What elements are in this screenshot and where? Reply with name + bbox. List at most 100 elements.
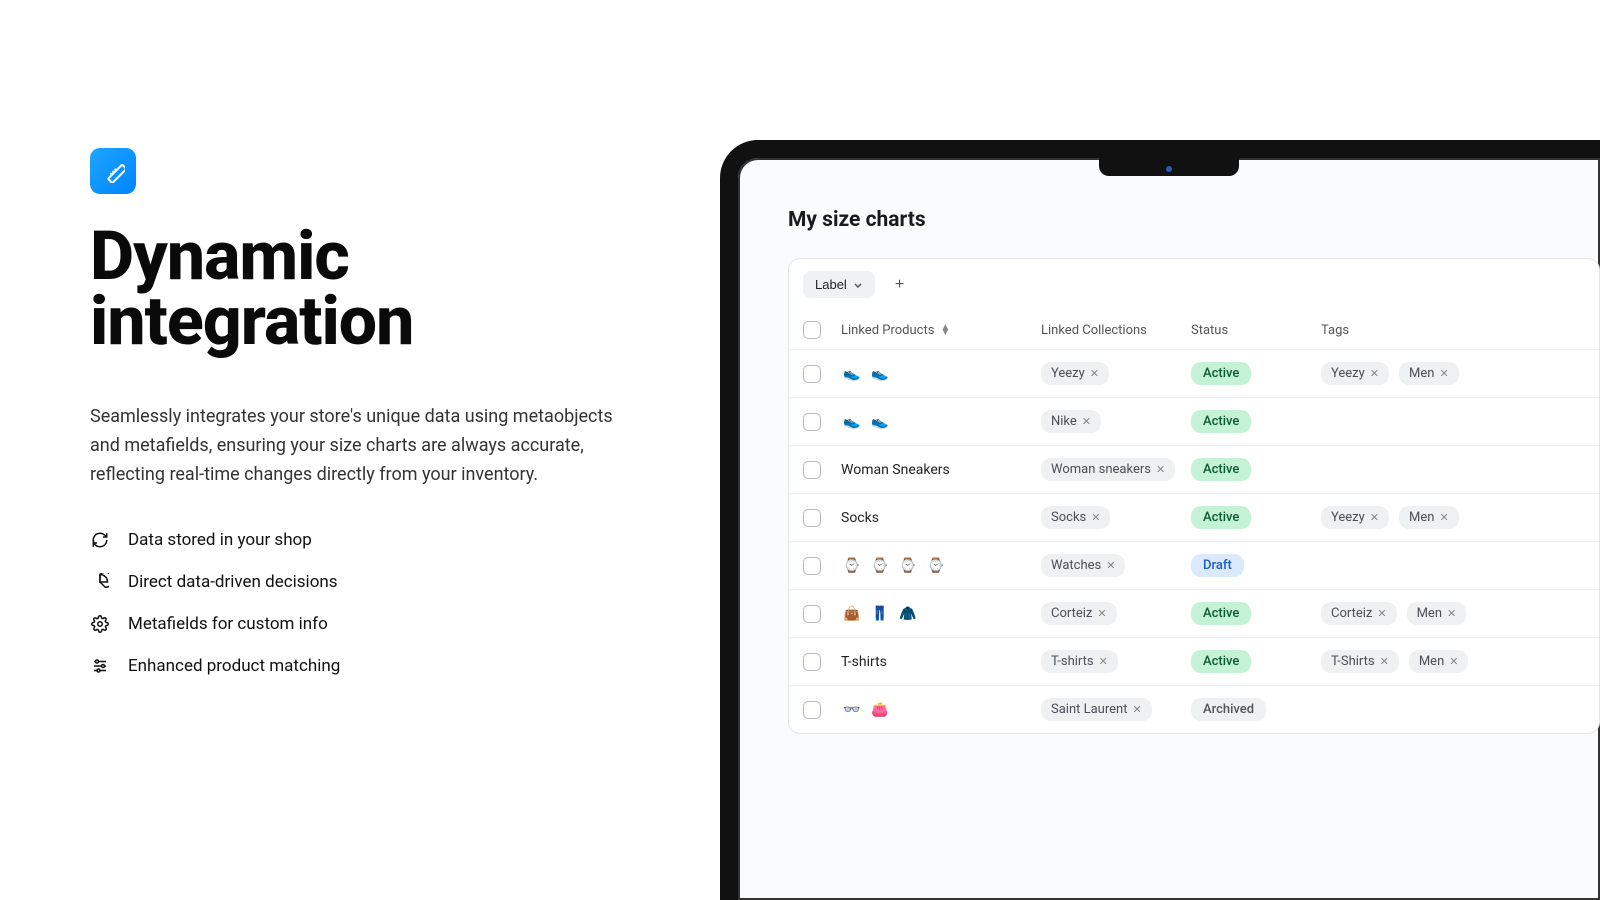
row-checkbox[interactable] (803, 557, 821, 575)
column-linked-products[interactable]: Linked Products ▲▼ (841, 323, 1041, 338)
table-row[interactable]: Woman SneakersWoman sneakers✕Active (789, 446, 1599, 494)
remove-icon[interactable]: ✕ (1091, 511, 1100, 524)
linked-collections-cell: Corteiz✕ (1041, 602, 1191, 625)
card-toolbar: Label + (789, 259, 1599, 311)
pie-icon (90, 572, 110, 592)
column-tags[interactable]: Tags (1321, 323, 1585, 338)
row-checkbox[interactable] (803, 365, 821, 383)
feature-item: Metafields for custom info (90, 614, 650, 634)
collection-tag[interactable]: Yeezy✕ (1041, 362, 1109, 385)
tag-pill[interactable]: T-Shirts✕ (1321, 650, 1399, 673)
collection-tag[interactable]: Watches✕ (1041, 554, 1125, 577)
feature-label: Metafields for custom info (128, 614, 328, 634)
remove-icon[interactable]: ✕ (1097, 607, 1106, 620)
row-checkbox[interactable] (803, 509, 821, 527)
collection-tag[interactable]: Corteiz✕ (1041, 602, 1117, 625)
collection-tag[interactable]: T-shirts✕ (1041, 650, 1118, 673)
status-badge: Active (1191, 506, 1251, 529)
column-status[interactable]: Status (1191, 323, 1321, 338)
remove-icon[interactable]: ✕ (1106, 559, 1115, 572)
linked-collections-cell: T-shirts✕ (1041, 650, 1191, 673)
status-cell: Active (1191, 650, 1321, 673)
status-cell: Active (1191, 506, 1321, 529)
select-all-checkbox[interactable] (803, 321, 821, 339)
tag-pill[interactable]: Corteiz✕ (1321, 602, 1397, 625)
tag-pill[interactable]: Men✕ (1409, 650, 1469, 673)
row-checkbox[interactable] (803, 413, 821, 431)
remove-icon[interactable]: ✕ (1099, 655, 1108, 668)
remove-icon[interactable]: ✕ (1439, 367, 1448, 380)
linked-products-cell: 👓👛 (841, 699, 1041, 721)
remove-icon[interactable]: ✕ (1090, 367, 1099, 380)
row-checkbox[interactable] (803, 605, 821, 623)
product-thumb: ⌚ (869, 555, 891, 577)
size-charts-table: Linked Products ▲▼ Linked Collections St… (789, 311, 1599, 733)
row-checkbox[interactable] (803, 653, 821, 671)
status-badge: Active (1191, 602, 1251, 625)
collection-tag[interactable]: Saint Laurent✕ (1041, 698, 1152, 721)
status-cell: Active (1191, 410, 1321, 433)
table-header: Linked Products ▲▼ Linked Collections St… (789, 311, 1599, 350)
product-thumb: 👟 (869, 363, 891, 385)
remove-icon[interactable]: ✕ (1132, 703, 1141, 716)
remove-icon[interactable]: ✕ (1370, 511, 1379, 524)
hero-title: Dynamic integration (90, 224, 650, 353)
status-badge: Active (1191, 362, 1251, 385)
table-row[interactable]: 👓👛Saint Laurent✕Archived (789, 686, 1599, 733)
remove-icon[interactable]: ✕ (1377, 607, 1386, 620)
linked-products-cell: 👟👟 (841, 411, 1041, 433)
remove-icon[interactable]: ✕ (1380, 655, 1389, 668)
table-row[interactable]: 👜👖🧥Corteiz✕ActiveCorteiz✕Men✕ (789, 590, 1599, 638)
remove-icon[interactable]: ✕ (1447, 607, 1456, 620)
product-thumb: 👟 (869, 411, 891, 433)
row-checkbox[interactable] (803, 701, 821, 719)
status-cell: Active (1191, 458, 1321, 481)
collection-tag[interactable]: Woman sneakers✕ (1041, 458, 1175, 481)
remove-icon[interactable]: ✕ (1449, 655, 1458, 668)
feature-label: Enhanced product matching (128, 656, 340, 676)
size-charts-card: Label + Linked Products ▲▼ Linked Collec… (788, 258, 1600, 734)
status-cell: Active (1191, 602, 1321, 625)
linked-collections-cell: Nike✕ (1041, 410, 1191, 433)
tag-pill[interactable]: Men✕ (1407, 602, 1467, 625)
tag-pill[interactable]: Men✕ (1399, 362, 1459, 385)
row-checkbox[interactable] (803, 461, 821, 479)
tag-pill[interactable]: Yeezy✕ (1321, 506, 1389, 529)
add-view-button[interactable]: + (887, 272, 912, 298)
product-thumb: 👟 (841, 411, 863, 433)
tag-pill[interactable]: Yeezy✕ (1321, 362, 1389, 385)
product-thumb: 👜 (841, 603, 863, 625)
product-thumb: 👛 (869, 699, 891, 721)
tag-pill[interactable]: Men✕ (1399, 506, 1459, 529)
status-badge: Draft (1191, 554, 1244, 577)
remove-icon[interactable]: ✕ (1156, 463, 1165, 476)
panel-title: My size charts (788, 208, 1600, 232)
product-thumb: 👟 (841, 363, 863, 385)
remove-icon[interactable]: ✕ (1439, 511, 1448, 524)
table-row[interactable]: 👟👟Nike✕Active (789, 398, 1599, 446)
sliders-icon (90, 656, 110, 676)
linked-collections-cell: Watches✕ (1041, 554, 1191, 577)
left-marketing-panel: Dynamic integration Seamlessly integrate… (90, 148, 650, 698)
collection-tag[interactable]: Socks✕ (1041, 506, 1110, 529)
product-thumb: 👖 (869, 603, 891, 625)
product-thumb: 👓 (841, 699, 863, 721)
linked-products-cell: 👜👖🧥 (841, 603, 1041, 625)
table-row[interactable]: T-shirtsT-shirts✕ActiveT-Shirts✕Men✕ (789, 638, 1599, 686)
product-thumb: ⌚ (897, 555, 919, 577)
chevron-down-icon (853, 280, 863, 290)
linked-collections-cell: Yeezy✕ (1041, 362, 1191, 385)
collection-tag[interactable]: Nike✕ (1041, 410, 1101, 433)
table-row[interactable]: SocksSocks✕ActiveYeezy✕Men✕ (789, 494, 1599, 542)
status-badge: Archived (1191, 698, 1266, 721)
remove-icon[interactable]: ✕ (1082, 415, 1091, 428)
label-dropdown-button[interactable]: Label (803, 271, 875, 298)
tags-cell: Yeezy✕ Men✕ (1321, 362, 1585, 385)
product-thumb: ⌚ (925, 555, 947, 577)
remove-icon[interactable]: ✕ (1370, 367, 1379, 380)
gear-icon (90, 614, 110, 634)
linked-products-cell: 👟👟 (841, 363, 1041, 385)
column-linked-collections[interactable]: Linked Collections (1041, 323, 1191, 338)
table-row[interactable]: 👟👟Yeezy✕ActiveYeezy✕Men✕ (789, 350, 1599, 398)
table-row[interactable]: ⌚⌚⌚⌚Watches✕Draft (789, 542, 1599, 590)
